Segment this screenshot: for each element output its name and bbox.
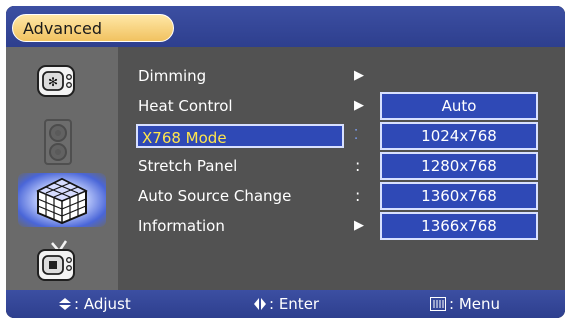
menu-item-heat-control[interactable]: Heat Control (138, 94, 233, 118)
settings-screen-icon: ✻ (37, 65, 75, 97)
up-down-arrow-icon (59, 298, 71, 310)
tv-icon (37, 240, 75, 281)
main-menu-panel: Dimming Heat Control X768 Mode Stretch P… (118, 47, 565, 290)
osd-window: Advanced ✻ Dimming Heat Control X768 Mod… (6, 6, 565, 318)
menu-item-information[interactable]: Information (138, 214, 225, 238)
menu-item-auto-source-change[interactable]: Auto Source Change (138, 184, 291, 208)
sidebar-item-audio[interactable] (18, 115, 106, 169)
menu-item-x768-mode[interactable]: X768 Mode (136, 124, 344, 148)
submenu-option-auto[interactable]: Auto (380, 92, 538, 120)
value-colon-icon: : (355, 186, 361, 205)
svg-text:✻: ✻ (48, 75, 58, 89)
menu-item-label: Dimming (138, 67, 207, 85)
adjust-hint: : Adjust (74, 295, 131, 313)
menu-hint: : Menu (449, 295, 501, 313)
header-bar: Advanced (6, 6, 565, 47)
menu-item-label: Auto Source Change (138, 187, 292, 205)
submenu-option-1360x768[interactable]: 1360x768 (380, 182, 538, 210)
value-colon-icon: : (355, 156, 361, 175)
speaker-icon (44, 119, 72, 165)
menu-item-dimming[interactable]: Dimming (138, 64, 206, 88)
menu-title: Advanced (23, 19, 103, 38)
value-colon-icon: ⁚ (354, 128, 359, 143)
submenu-arrow-icon: ▶ (354, 68, 364, 83)
enter-hint: : Enter (269, 295, 320, 313)
submenu-option-1366x768[interactable]: 1366x768 (380, 212, 538, 240)
cube-icon (36, 177, 88, 225)
footer-bar: : Adjust : Enter : Menu (6, 290, 565, 318)
sidebar-item-advanced[interactable] (18, 173, 106, 227)
menu-icon (430, 297, 446, 311)
menu-item-label: Information (138, 217, 225, 235)
submenu-arrow-icon: ▶ (354, 98, 364, 113)
menu-title-tab: Advanced (12, 14, 174, 42)
menu-item-stretch-panel[interactable]: Stretch Panel (138, 154, 237, 178)
submenu-option-1024x768[interactable]: 1024x768 (380, 122, 538, 150)
sidebar-item-picture[interactable]: ✻ (18, 55, 106, 109)
submenu-arrow-icon: ▶ (354, 218, 364, 233)
menu-item-label: Heat Control (138, 97, 233, 115)
sidebar: ✻ (6, 47, 118, 290)
menu-item-label: X768 Mode (142, 129, 227, 147)
left-right-arrow-icon (254, 298, 266, 310)
sidebar-item-tv[interactable] (18, 233, 106, 287)
menu-item-label: Stretch Panel (138, 157, 238, 175)
submenu-option-1280x768[interactable]: 1280x768 (380, 152, 538, 180)
